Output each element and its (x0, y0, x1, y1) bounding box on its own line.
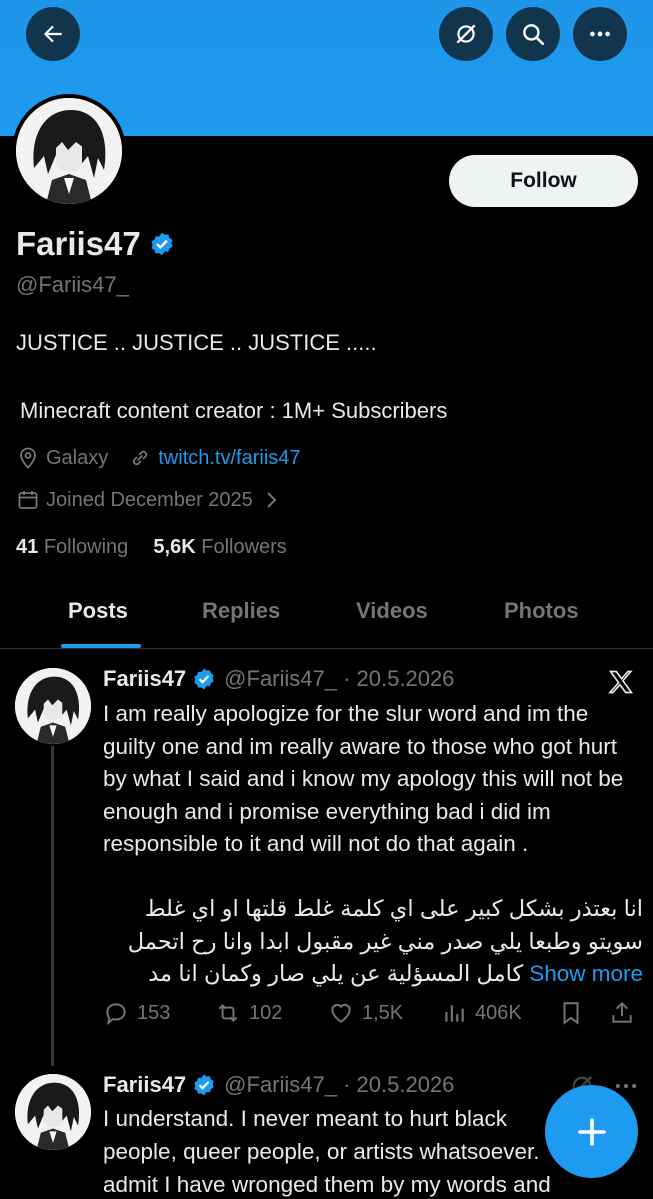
repost-button[interactable]: 102 (215, 1000, 282, 1026)
display-name-text: Fariis47 (16, 225, 141, 262)
show-more-link[interactable]: Show more (529, 958, 643, 991)
tab-posts[interactable]: Posts (68, 598, 128, 624)
post-actions: 153 102 1,5K 406K (103, 1000, 643, 1032)
share-button[interactable] (609, 1000, 643, 1026)
post-text-arabic-1: انا بعتذر بشكل كبير على اي كلمة غلط قلته… (144, 896, 643, 921)
profile-tabs: Posts Replies Videos Photos (0, 590, 653, 648)
reply-icon (106, 1003, 126, 1026)
post-handle-date: @Fariis47_ · 20.5.2026 (224, 666, 455, 691)
bookmark-button[interactable] (558, 1000, 592, 1026)
more-button[interactable] (573, 7, 627, 61)
repost-count: 102 (249, 1001, 283, 1024)
follow-counts: 41 Following 5,6K Followers (16, 536, 287, 559)
like-button[interactable]: 1,5K (328, 1000, 403, 1026)
grok-button[interactable] (439, 7, 493, 61)
more-horizontal-icon (590, 31, 610, 37)
followers-link[interactable]: 5,6K Followers (153, 536, 286, 558)
joined-row: Joined December 2025 (16, 488, 289, 512)
views-button[interactable]: 406K (441, 1000, 522, 1026)
thread-line (51, 746, 54, 1066)
bookmark-icon (563, 1002, 579, 1025)
profile-avatar[interactable] (12, 94, 126, 208)
link-icon (133, 450, 148, 466)
compose-post-button[interactable] (545, 1085, 638, 1178)
back-button[interactable] (26, 7, 80, 61)
followers-count: 5,6K (153, 536, 196, 558)
website-link[interactable]: twitch.tv/fariis47 (158, 447, 300, 470)
post-avatar[interactable] (15, 668, 91, 744)
views-count: 406K (475, 1001, 522, 1024)
location-pin-icon (20, 447, 36, 469)
bio-line-1: JUSTICE .. JUSTICE .. JUSTICE ..... (16, 330, 377, 355)
following-label: Following (43, 536, 129, 558)
post-header: Fariis47 @Fariis47_ · 20.5.2026 (103, 666, 454, 692)
joined-text: Joined December 2025 (46, 488, 253, 511)
following-count: 41 (16, 536, 39, 558)
repost-icon (218, 1004, 238, 1022)
post-author-name[interactable]: Fariis47 (103, 1072, 186, 1098)
like-count: 1,5K (362, 1001, 404, 1024)
post-handle-date: @Fariis47_ · 20.5.2026 (224, 1072, 455, 1097)
following-link[interactable]: 41 Following (16, 536, 128, 558)
bio-line-2: Minecraft content creator : 1M+ Subscrib… (20, 398, 448, 423)
tab-replies[interactable]: Replies (202, 598, 280, 624)
chevron-right-icon[interactable] (259, 488, 283, 512)
profile-handle: @Fariis47_ (16, 272, 129, 297)
x-logo-icon (608, 670, 634, 694)
verified-badge-icon (151, 232, 173, 256)
profile-meta: Galaxy twitch.tv/fariis47 (16, 446, 301, 470)
location-text: Galaxy (46, 446, 109, 469)
post-header: Fariis47 @Fariis47_ · 20.5.2026 (103, 1072, 454, 1098)
post-text-arabic-3: كامل المسؤلية عن يلي صار وكمان انا مد (148, 961, 524, 986)
views-chart-icon (445, 1005, 464, 1022)
post-avatar[interactable] (15, 1074, 91, 1150)
grok-icon (456, 24, 476, 44)
tab-photos[interactable]: Photos (504, 598, 579, 624)
post-text-arabic-3-row: كامل المسؤلية عن يلي صار وكمان انا مد Sh… (103, 958, 643, 991)
post-text-arabic-2: سويتو وطبعا يلي صدر مني غير مقبول ابدا و… (127, 929, 643, 954)
calendar-icon (18, 491, 38, 509)
post-text-english: I am really apologize for the slur word … (103, 701, 624, 856)
post-text-line-2: people, queer people, or artists whatsoe… (103, 1139, 540, 1164)
heart-icon (331, 1003, 351, 1023)
verified-badge-icon (194, 668, 214, 690)
follow-button[interactable]: Follow (449, 155, 638, 207)
tabs-divider (0, 648, 653, 649)
post-text-line-3: admit I have wronged them by my words an… (103, 1172, 551, 1197)
post-author-name[interactable]: Fariis47 (103, 666, 186, 692)
search-icon (523, 24, 545, 46)
display-name: Fariis47 (16, 225, 175, 263)
verified-badge-icon (194, 1074, 214, 1096)
share-icon (612, 1001, 632, 1023)
search-button[interactable] (506, 7, 560, 61)
tab-videos[interactable]: Videos (356, 598, 428, 624)
reply-button[interactable]: 153 (103, 1000, 170, 1026)
post-text-line-1: I understand. I never meant to hurt blac… (103, 1106, 507, 1131)
reply-count: 153 (137, 1001, 171, 1024)
followers-label: Followers (201, 536, 287, 558)
plus-icon (577, 1117, 606, 1146)
arrow-left-icon (43, 25, 62, 43)
